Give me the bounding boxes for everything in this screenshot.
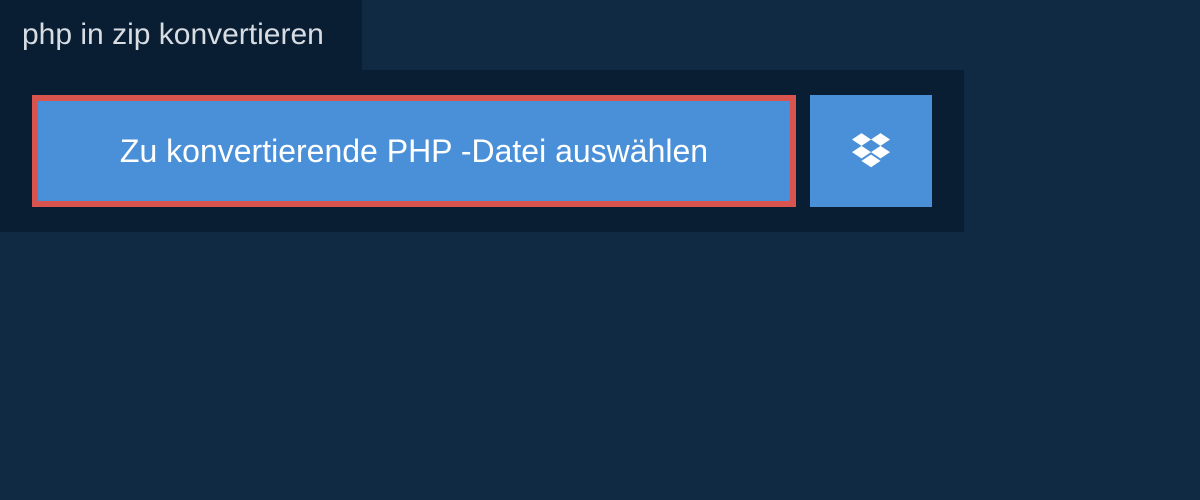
tab-label: php in zip konvertieren (22, 18, 324, 51)
dropbox-icon (852, 130, 890, 173)
select-file-label: Zu konvertierende PHP -Datei auswählen (120, 133, 708, 170)
dropbox-button[interactable] (810, 95, 932, 207)
select-file-button[interactable]: Zu konvertierende PHP -Datei auswählen (32, 95, 796, 207)
tab-convert[interactable]: php in zip konvertieren (0, 0, 362, 70)
upload-panel: Zu konvertierende PHP -Datei auswählen (0, 70, 964, 232)
